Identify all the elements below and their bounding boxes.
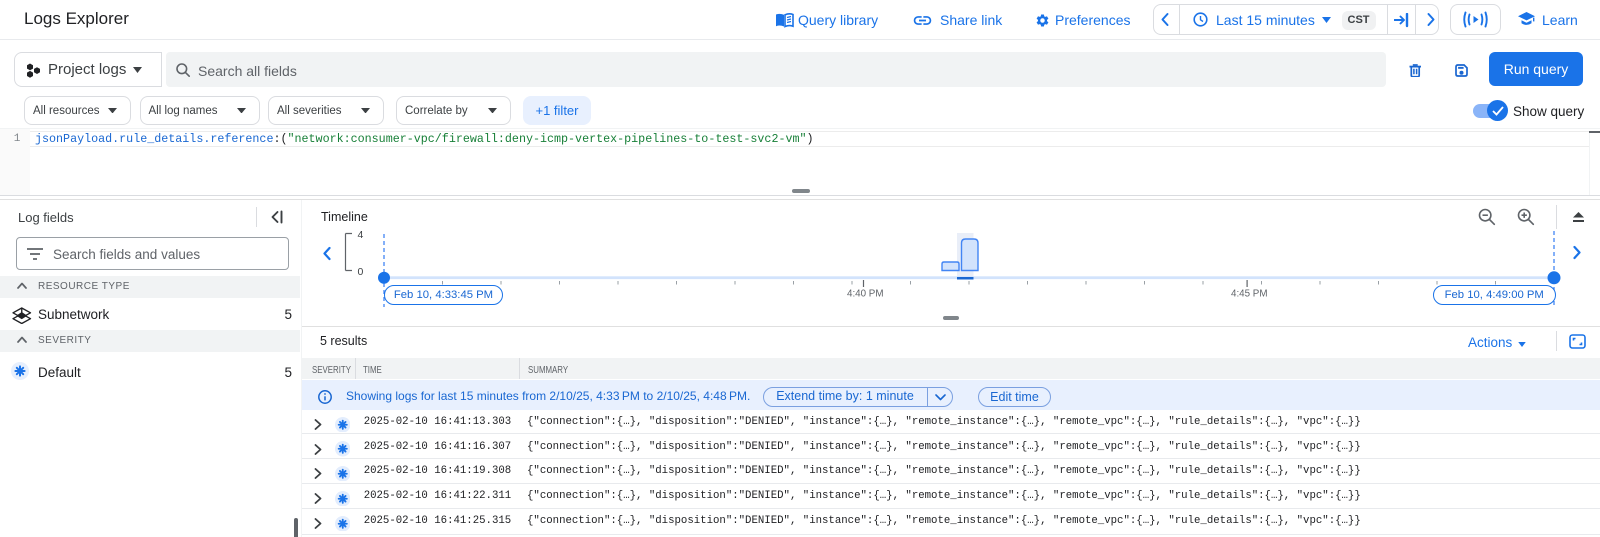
- svg-text:4:45 PM: 4:45 PM: [1231, 289, 1268, 300]
- svg-text:0: 0: [358, 266, 364, 278]
- svg-text:4:40 PM: 4:40 PM: [847, 289, 884, 300]
- svg-text:4: 4: [358, 229, 364, 241]
